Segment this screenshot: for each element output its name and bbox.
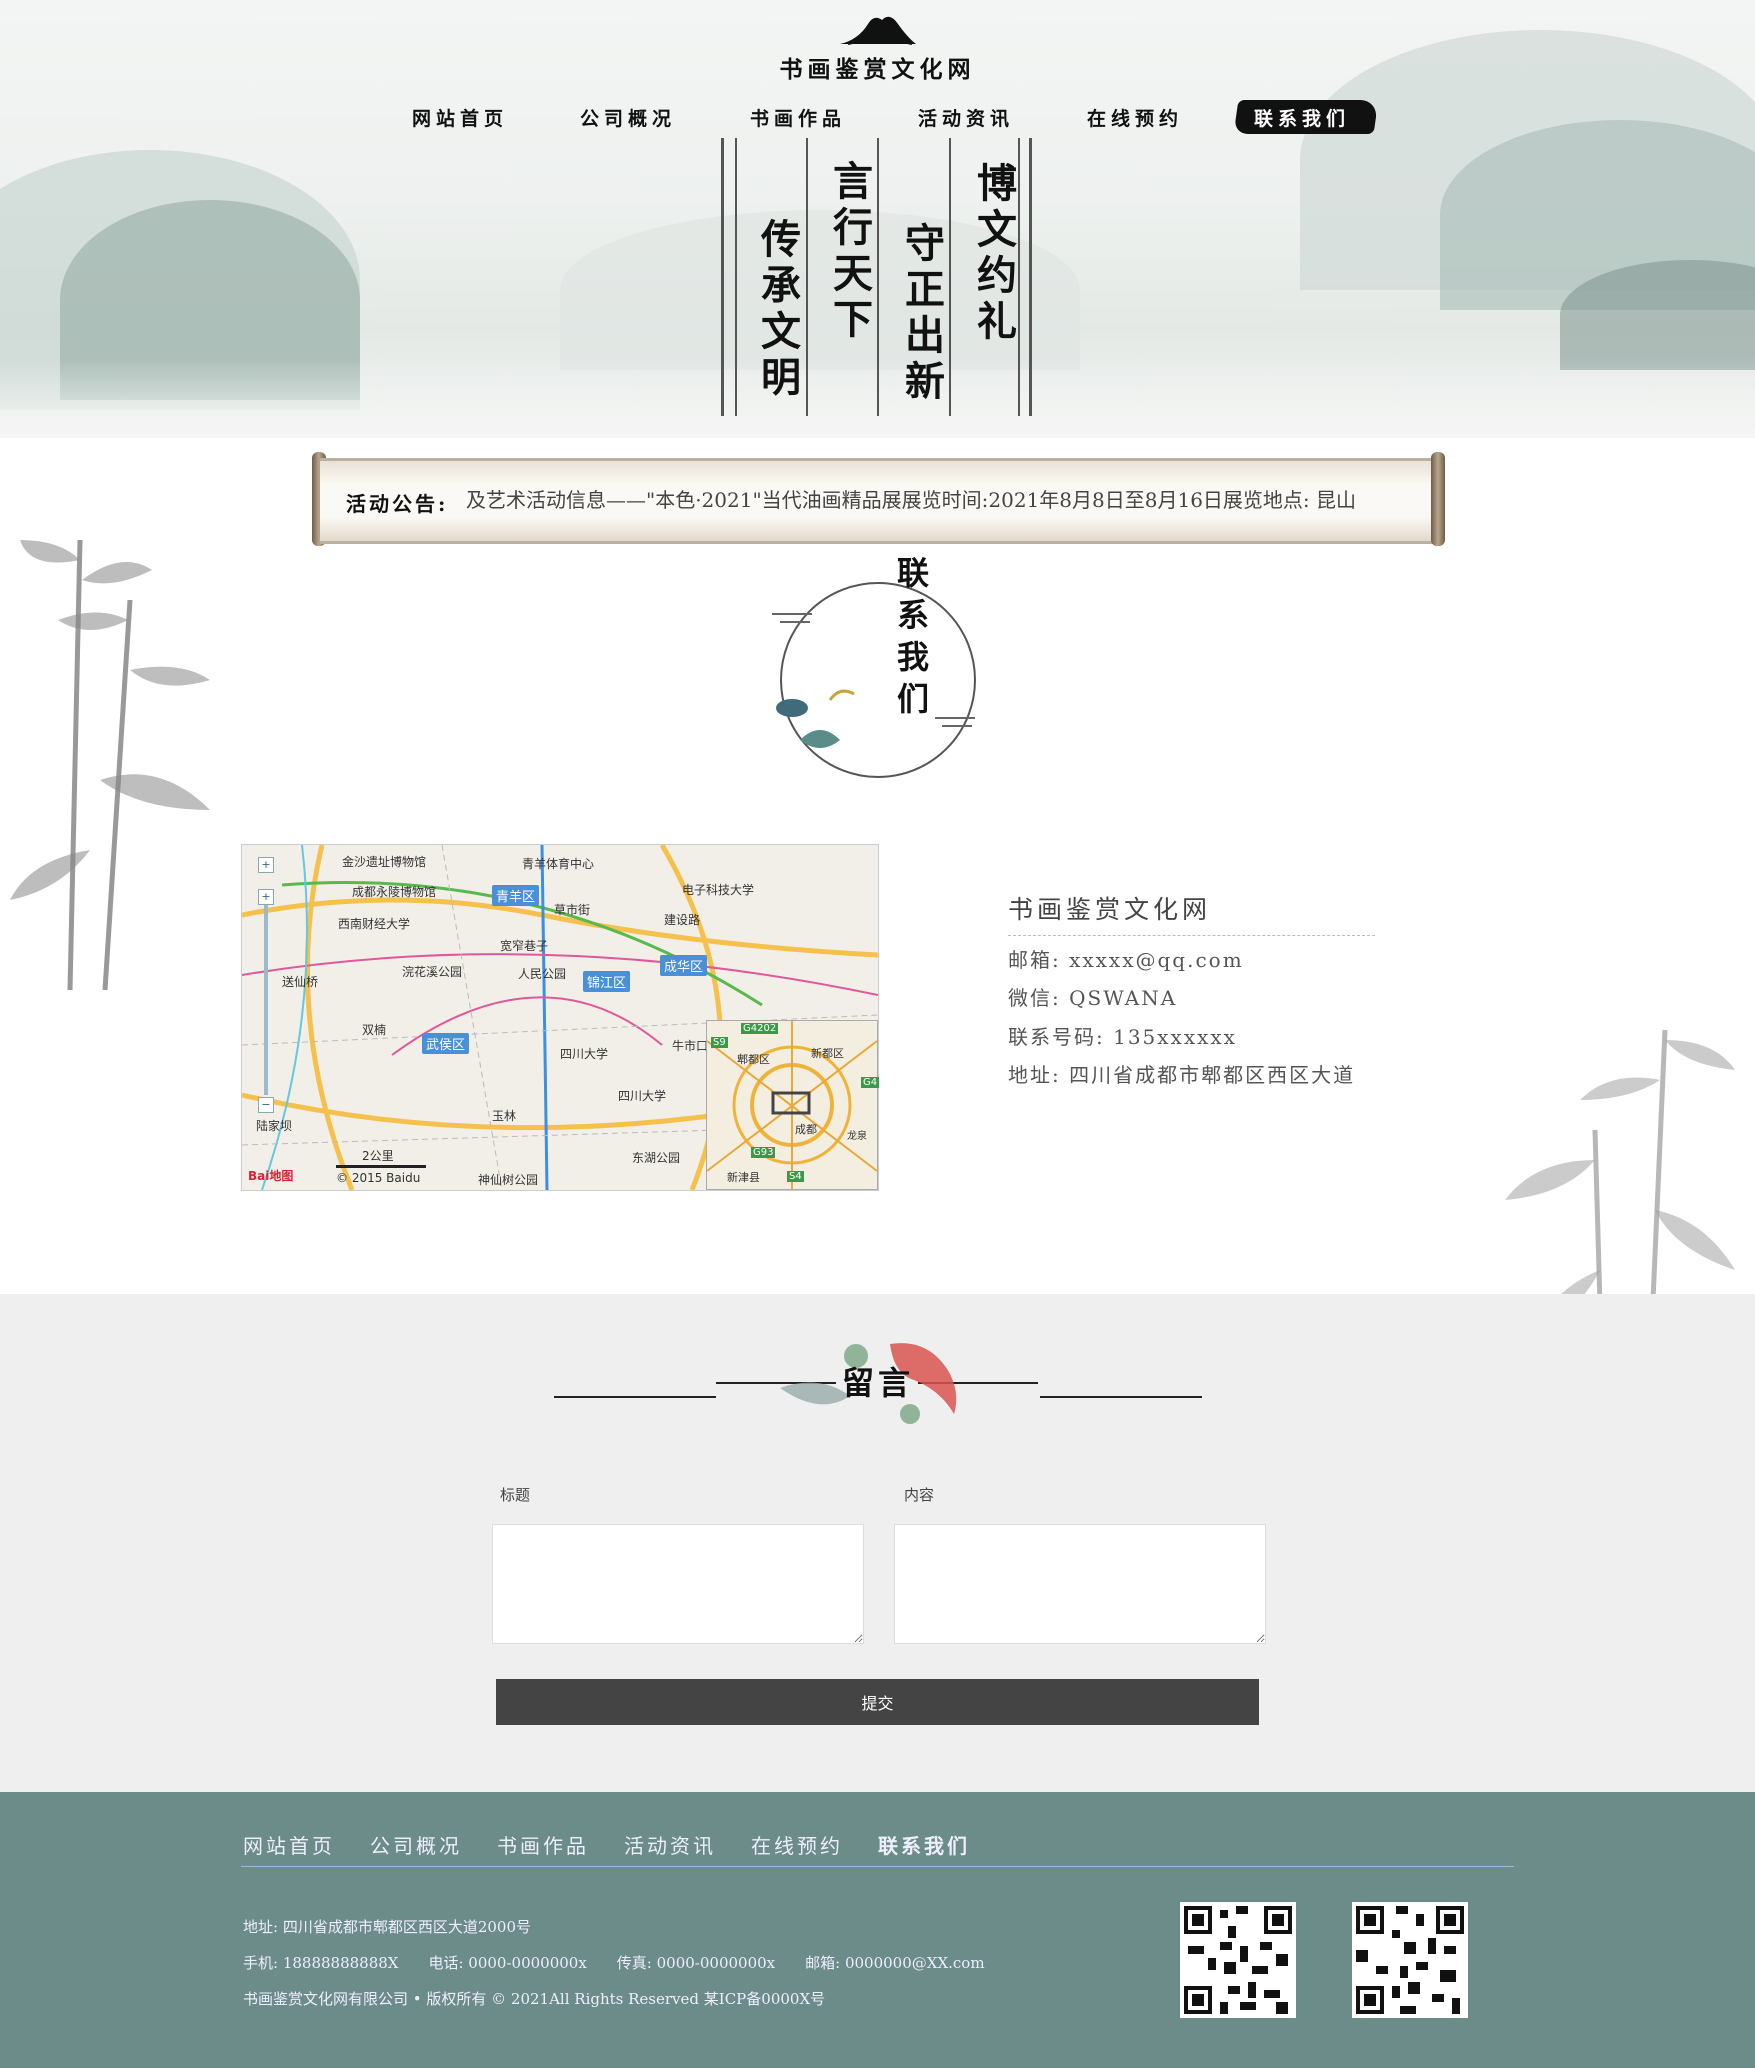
minimap-label: 成都: [795, 1123, 817, 1136]
map-zoom-out-button[interactable]: −: [258, 1097, 274, 1113]
nav-booking[interactable]: 在线预约: [1087, 104, 1183, 131]
map-label: 人民公园: [518, 967, 567, 981]
contact-divider: [1008, 935, 1375, 936]
contact-phone: 联系号码: 135xxxxxx: [1008, 1025, 1237, 1049]
map-label: 玉林: [492, 1109, 517, 1123]
minimap-label: G93: [751, 1147, 776, 1158]
map-label: 双楠: [362, 1023, 387, 1037]
map-zoom-slider[interactable]: [264, 905, 268, 1095]
footer-address: 地址: 四川省成都市郫都区西区大道2000号: [243, 1918, 531, 1936]
map-overview[interactable]: G4202 郫都区 新都区 成都 龙泉 G93 新津县 S9 G4 S4: [706, 1020, 880, 1190]
notice-marquee[interactable]: 及艺术活动信息——"本色·2021"当代油画精品展展览时间:2021年8月8日至…: [466, 484, 1416, 513]
contact-email: 邮箱: xxxxx@qq.com: [1008, 948, 1244, 972]
title-rule: [554, 1396, 716, 1398]
nav-works[interactable]: 书画作品: [750, 104, 846, 131]
nav-events[interactable]: 活动资讯: [918, 104, 1014, 131]
couplet-divider: [735, 138, 737, 416]
map-label: 青羊体育中心: [522, 857, 595, 871]
minimap-roads: [706, 1021, 878, 1189]
minimap-label: G4: [861, 1077, 880, 1088]
map-label: 陆家坝: [256, 1119, 293, 1133]
map-label: 四川大学: [618, 1089, 667, 1103]
nav-contact[interactable]: 联系我们: [1254, 104, 1350, 131]
map-zoom-in-button[interactable]: +: [258, 889, 274, 905]
minimap-label: S4: [787, 1171, 804, 1182]
map-district-badge[interactable]: 青羊区: [492, 885, 540, 906]
bamboo-decoration-left: [10, 539, 210, 991]
couplet-divider: [806, 138, 808, 416]
subject-textarea[interactable]: [492, 1524, 864, 1644]
bird-lotus-icon: [772, 613, 975, 748]
qr-code-icon: [1180, 1902, 1296, 2018]
map-district-badge[interactable]: 武侯区: [422, 1033, 470, 1054]
footer-nav-works[interactable]: 书画作品: [497, 1830, 589, 1859]
logo-mountain-icon: [840, 16, 916, 45]
map-label: 西南财经大学: [338, 917, 411, 931]
footer-nav-events[interactable]: 活动资讯: [624, 1830, 716, 1859]
title-rule: [1040, 1396, 1202, 1398]
couplet-text-3: 守正出新: [898, 222, 945, 406]
contact-heading-title: 联系我们: [892, 556, 930, 724]
baidu-map-logo[interactable]: Bai地图: [248, 1167, 293, 1184]
couplet-text-4: 博文约礼: [970, 162, 1017, 346]
footer-nav-contact[interactable]: 联系我们: [878, 1830, 970, 1859]
map-label: 宽窄巷子: [500, 939, 549, 953]
minimap-label: 郫都区: [737, 1053, 770, 1066]
message-title: 留言: [842, 1364, 915, 1402]
couplet-text-1: 传承文明: [754, 218, 801, 402]
map-district-badge[interactable]: 锦江区: [583, 971, 631, 992]
map-copyright: © 2015 Baidu: [336, 1171, 421, 1185]
map-label: 金沙遗址博物馆: [342, 855, 427, 869]
content-textarea[interactable]: [894, 1524, 1266, 1644]
map-label: 草市街: [554, 903, 591, 917]
map-label: 建设路: [664, 913, 701, 927]
footer-nav-home[interactable]: 网站首页: [243, 1830, 335, 1859]
minimap-label: 新都区: [811, 1047, 844, 1060]
scroll-roll-right: [1431, 452, 1445, 546]
map-pan-up-button[interactable]: +: [258, 857, 274, 873]
couplet-text-2: 言行天下: [826, 160, 873, 344]
map-label: 东湖公园: [632, 1151, 681, 1165]
map-label: 电子科技大学: [682, 883, 755, 897]
map-label: 牛市口: [672, 1039, 709, 1053]
footer-copyright: 书画鉴赏文化网有限公司 • 版权所有 © 2021All Rights Rese…: [243, 1990, 826, 2008]
footer-nav-about[interactable]: 公司概况: [370, 1830, 462, 1859]
nav-about[interactable]: 公司概况: [580, 104, 676, 131]
subject-label: 标题: [500, 1486, 531, 1504]
minimap-label: G4202: [741, 1023, 779, 1034]
map-scale-label: 2公里: [362, 1149, 394, 1163]
map-label: 送仙桥: [282, 975, 319, 989]
map-label: 成都永陵博物馆: [352, 885, 437, 899]
map-label: 四川大学: [560, 1047, 609, 1061]
qr-code-icon: [1352, 1902, 1468, 2018]
footer-contacts: 手机: 18888888888X 电话: 0000-0000000x 传真: 0…: [243, 1954, 985, 1972]
map-scale-bar: [336, 1165, 426, 1168]
contact-company-name: 书画鉴赏文化网: [1008, 895, 1212, 924]
map-district-badge[interactable]: 成华区: [660, 955, 708, 976]
content-label: 内容: [904, 1486, 935, 1504]
contact-wechat: 微信: QSWANA: [1008, 986, 1178, 1010]
nav-home[interactable]: 网站首页: [412, 104, 508, 131]
footer-nav-booking[interactable]: 在线预约: [751, 1830, 843, 1859]
minimap-label: S9: [711, 1037, 728, 1048]
map-label: 浣花溪公园: [402, 965, 463, 979]
footer-divider: [241, 1866, 1514, 1867]
map-label: 神仙树公园: [478, 1173, 539, 1187]
minimap-label: 龙泉: [847, 1131, 867, 1142]
contact-address: 地址: 四川省成都市郫都区西区大道: [1008, 1063, 1356, 1087]
site-title[interactable]: 书画鉴赏文化网: [760, 50, 995, 84]
minimap-label: 新津县: [727, 1171, 760, 1184]
notice-label: 活动公告:: [346, 492, 449, 516]
submit-button[interactable]: 提交: [496, 1679, 1259, 1725]
